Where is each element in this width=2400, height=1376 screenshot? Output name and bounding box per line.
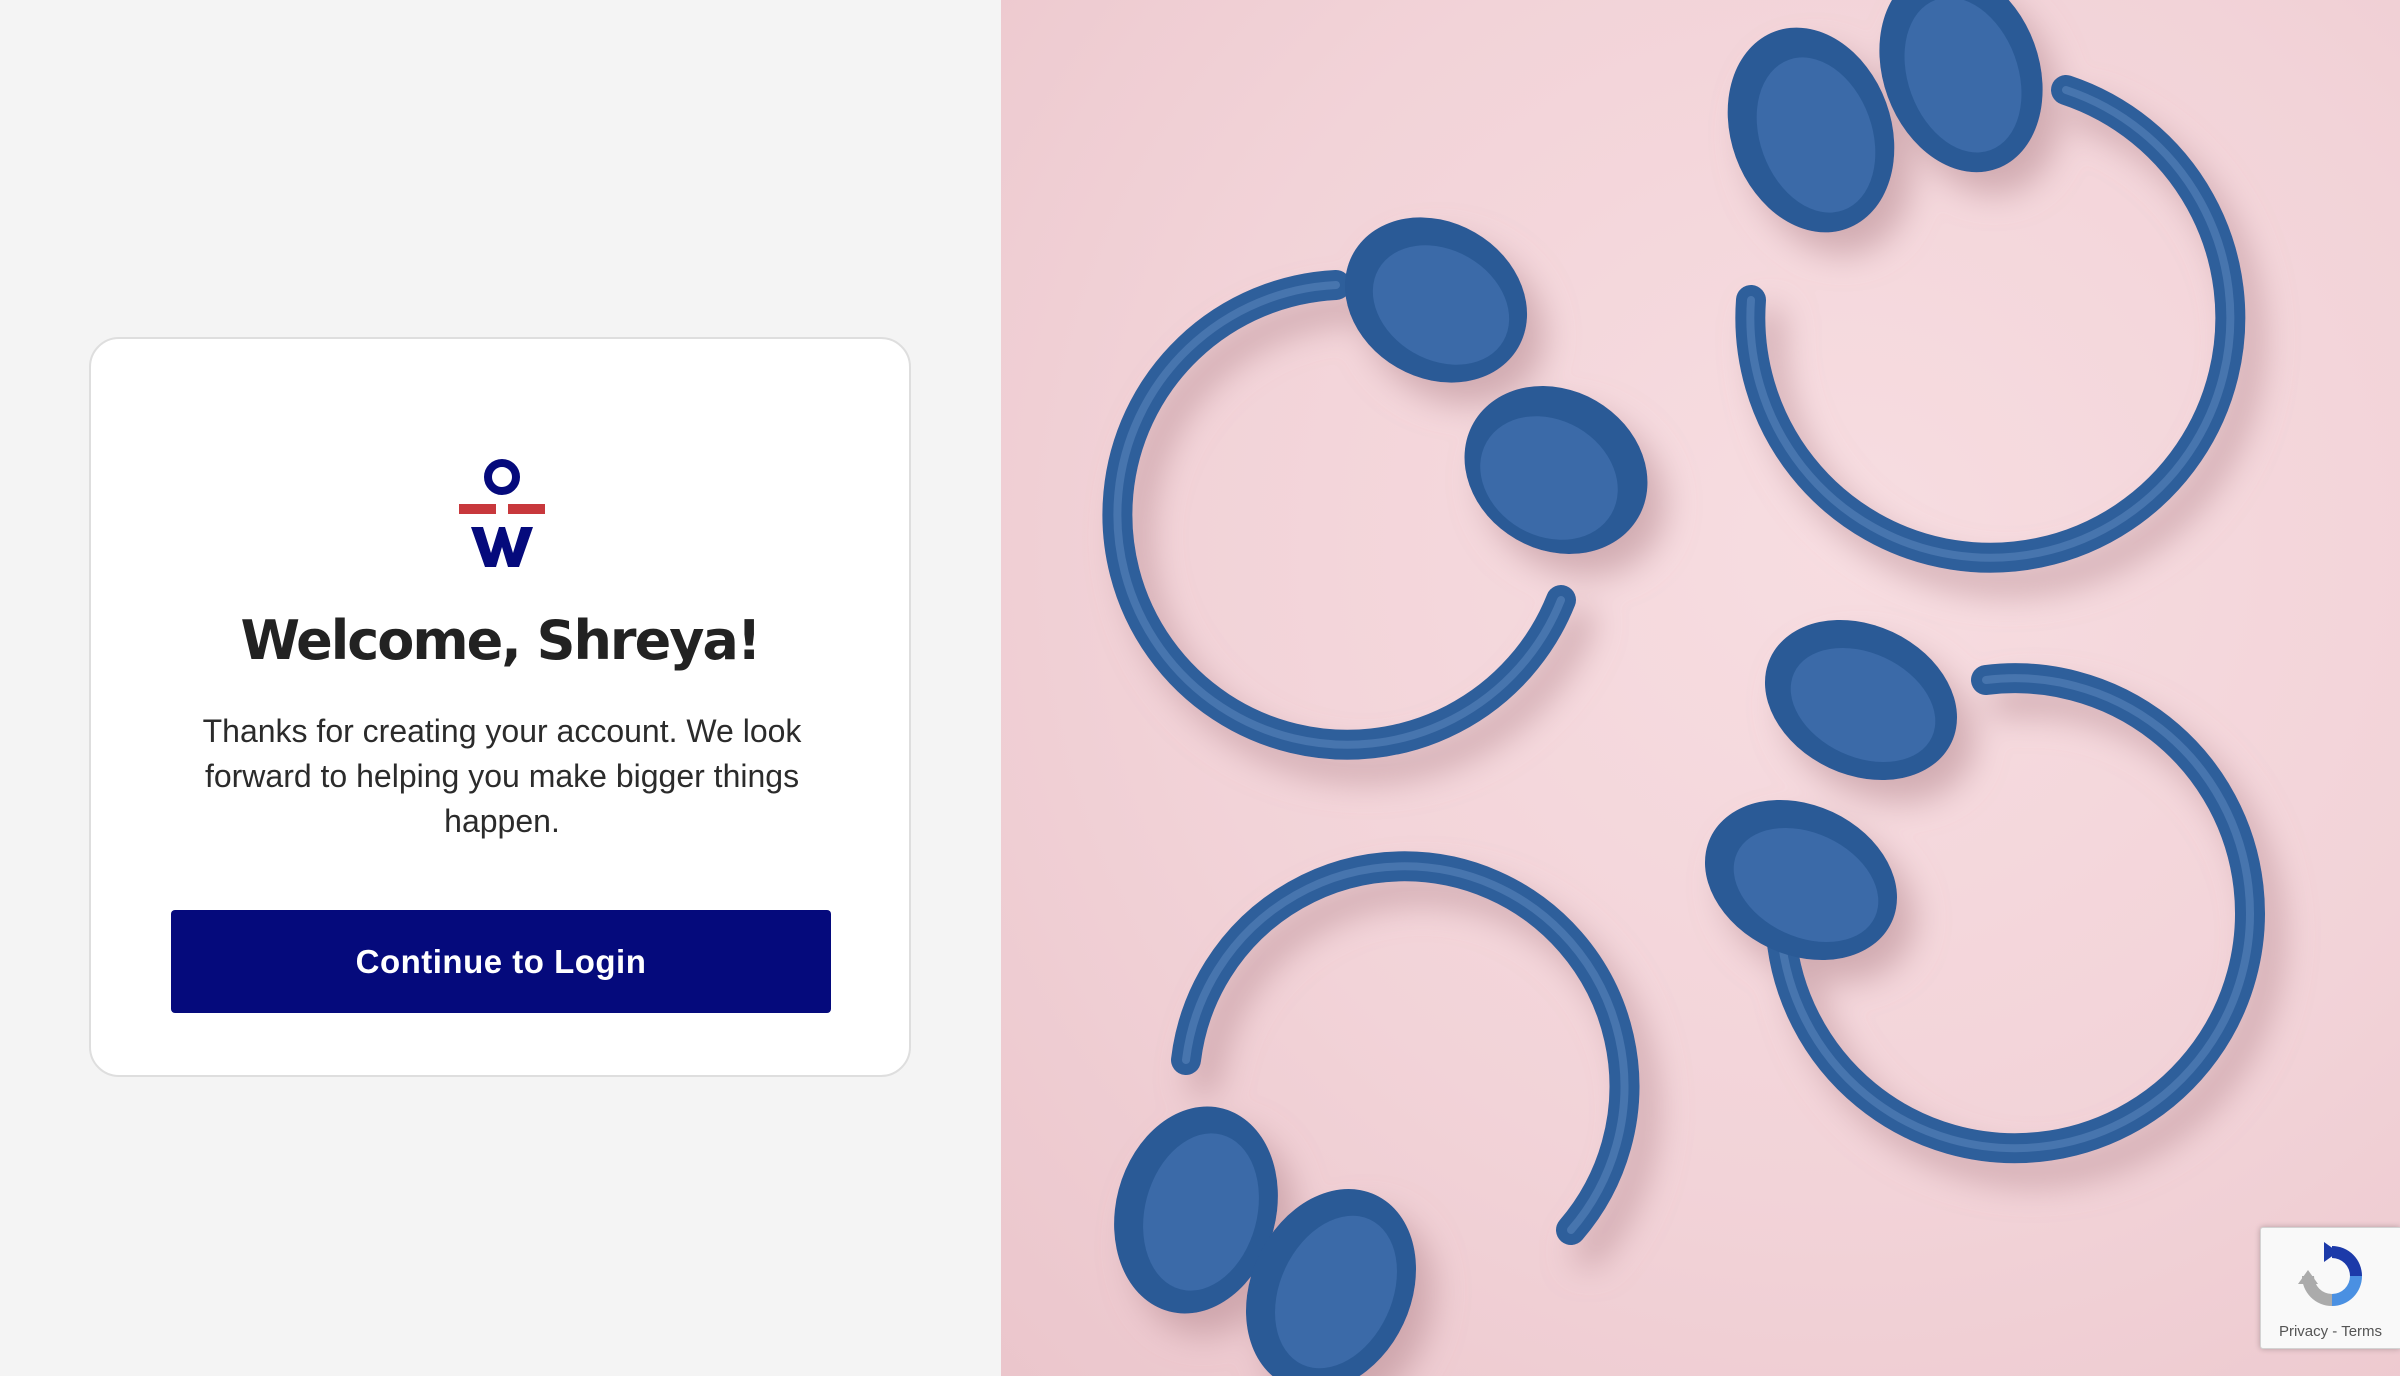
recaptcha-terms-link[interactable]: Terms (2341, 1323, 2382, 1340)
recaptcha-privacy-link[interactable]: Privacy (2279, 1323, 2328, 1340)
ow-logo-icon (459, 459, 545, 567)
headphone-4 (1114, 851, 1640, 1376)
headphone-2 (1727, 0, 2246, 573)
headphones-photo (1102, 0, 2265, 1376)
page: Welcome, Shreya! Thanks for creating you… (0, 0, 2400, 1376)
welcome-message: Thanks for creating your account. We loo… (202, 713, 802, 839)
continue-to-login-button[interactable]: Continue to Login (171, 910, 831, 1013)
headphone-1 (1102, 217, 1648, 760)
recaptcha-separator: - (2328, 1323, 2342, 1340)
headphone-3 (1704, 619, 2265, 1164)
left-panel: Welcome, Shreya! Thanks for creating you… (0, 0, 1001, 1376)
recaptcha-badge[interactable]: Privacy - Terms (2260, 1227, 2400, 1349)
recaptcha-icon (2298, 1242, 2362, 1306)
recaptcha-links: Privacy - Terms (2261, 1323, 2400, 1340)
page-title: Welcome, Shreya! (240, 609, 762, 672)
welcome-card: Welcome, Shreya! Thanks for creating you… (89, 337, 911, 1077)
hero-panel: Privacy - Terms (1001, 0, 2400, 1376)
